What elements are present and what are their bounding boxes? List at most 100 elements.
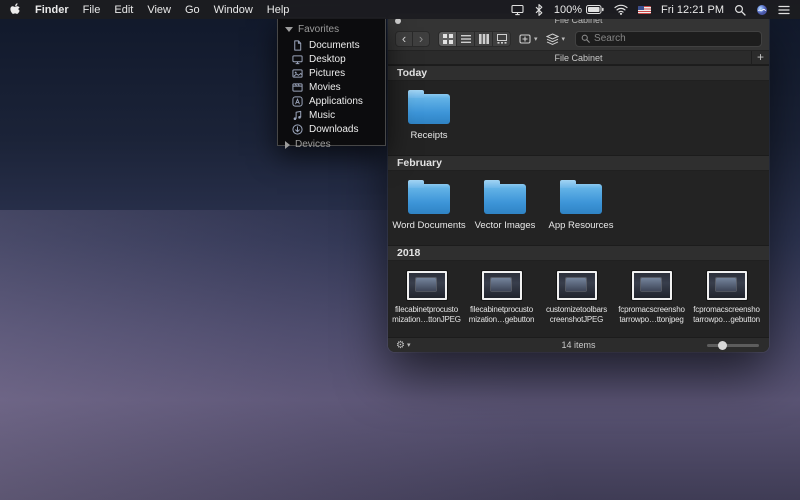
music-icon — [293, 110, 302, 120]
disclosure-right-icon[interactable] — [285, 140, 290, 149]
folder-receipts[interactable]: Receipts — [394, 90, 464, 141]
action-menu-button[interactable]: ▾ — [519, 33, 538, 45]
folder-word-documents[interactable]: Word Documents — [392, 180, 466, 231]
sidebar-favorites-header[interactable]: Favorites — [278, 21, 385, 38]
sidebar-item-movies[interactable]: Movies — [278, 80, 385, 94]
file-name: fcpromacscreensho tarrowpo…gebutton — [693, 305, 760, 324]
sidebar-item-applications[interactable]: Applications — [278, 94, 385, 108]
section-header-label: February — [397, 157, 442, 169]
sidebar-item-pictures[interactable]: Pictures — [278, 66, 385, 80]
file-name: filecabinetprocusto mization…gebutton — [468, 305, 535, 324]
zoom-slider-knob[interactable] — [718, 341, 727, 350]
folder-name: App Resources — [548, 220, 614, 231]
devices-label: Devices — [295, 139, 331, 150]
list-view-button[interactable] — [456, 30, 475, 47]
column-view-button[interactable] — [474, 30, 493, 47]
view-mode-control — [438, 30, 511, 47]
menu-go[interactable]: Go — [185, 4, 200, 16]
file-item[interactable]: fcpromacscreensho tarrowpo…gebutton — [690, 271, 763, 325]
file-item[interactable]: filecabinetprocusto mization…gebutton — [465, 271, 538, 325]
bluetooth-icon[interactable] — [534, 3, 544, 16]
downloads-icon — [292, 123, 303, 135]
menu-window[interactable]: Window — [214, 4, 253, 16]
menu-edit[interactable]: Edit — [114, 4, 133, 16]
window-toolbar: ‹ › ▾ ▾ Search — [388, 27, 769, 51]
menu-help[interactable]: Help — [267, 4, 290, 16]
sidebar-item-documents[interactable]: Documents — [278, 38, 385, 52]
sidebar-item-label: Desktop — [309, 53, 346, 65]
finder-window: File Cabinet ‹ › ▾ ▾ Search File Cabinet… — [388, 14, 769, 352]
column-view-icon — [478, 33, 489, 44]
group-by-button[interactable]: ▾ — [545, 32, 565, 45]
disclosure-down-icon[interactable] — [285, 27, 293, 32]
image-thumbnail — [406, 271, 447, 300]
image-thumbnail — [556, 271, 597, 300]
zoom-slider[interactable] — [707, 341, 759, 350]
file-item[interactable]: fcpromacscreensho tarrowpo…ttonjpeg — [615, 271, 688, 325]
section-header-label: 2018 — [397, 247, 421, 259]
search-icon — [581, 34, 590, 43]
folder-app-resources[interactable]: App Resources — [546, 180, 616, 231]
folder-vector-images[interactable]: Vector Images — [470, 180, 540, 231]
chevron-down-icon: ▾ — [534, 35, 538, 43]
folder-icon — [408, 90, 450, 124]
path-bar-title: File Cabinet — [554, 53, 603, 63]
notification-center-icon[interactable] — [778, 5, 790, 15]
list-view-icon — [460, 34, 471, 43]
icon-view-button[interactable] — [438, 30, 457, 47]
pictures-icon — [292, 68, 303, 78]
menu-bar: Finder File Edit View Go Window Help 100… — [0, 0, 800, 19]
menu-finder[interactable]: Finder — [35, 4, 69, 16]
file-browser-content: Today Receipts February Word Documents V… — [388, 65, 769, 337]
menu-file[interactable]: File — [83, 4, 101, 16]
battery-icon — [586, 5, 604, 14]
sidebar-devices-header[interactable]: Devices — [278, 136, 385, 153]
input-source-flag-icon[interactable] — [638, 5, 652, 14]
file-item[interactable]: customizetoolbars creenshotJPEG — [540, 271, 613, 325]
battery-percent: 100% — [553, 3, 583, 16]
sidebar-item-desktop[interactable]: Desktop — [278, 52, 385, 66]
sidebar-item-label: Music — [309, 109, 336, 121]
search-input[interactable] — [594, 33, 756, 44]
back-button[interactable]: ‹ — [395, 30, 413, 47]
file-item[interactable]: filecabinetprocusto mization…ttonJPEG — [390, 271, 463, 325]
add-button[interactable]: + — [751, 51, 769, 65]
sidebar-item-music[interactable]: Music — [278, 108, 385, 122]
display-icon[interactable] — [511, 4, 524, 16]
gallery-view-button[interactable] — [492, 30, 511, 47]
menu-clock[interactable]: Fri 12:21 PM — [661, 4, 724, 16]
folder-icon — [560, 180, 602, 214]
folder-icon — [408, 180, 450, 214]
desktop-icon — [292, 54, 303, 64]
folder-icon — [484, 180, 526, 214]
folder-name: Word Documents — [392, 220, 466, 231]
movies-icon — [292, 82, 303, 92]
sidebar-item-label: Applications — [309, 95, 363, 107]
section-header-february: February — [388, 155, 769, 171]
siri-icon[interactable] — [756, 4, 768, 16]
menu-view[interactable]: View — [147, 4, 171, 16]
section-header-2018: 2018 — [388, 245, 769, 261]
favorites-label: Favorites — [298, 24, 340, 35]
menu-bar-left: Finder File Edit View Go Window Help — [10, 3, 289, 16]
section-today-items: Receipts — [388, 81, 769, 155]
action-icon — [519, 33, 531, 44]
document-icon — [294, 39, 302, 51]
apple-menu-icon[interactable] — [10, 3, 21, 16]
finder-sidebar-panel: Favorites Documents Desktop Pictures Mov… — [277, 17, 386, 150]
image-thumbnail — [481, 271, 522, 300]
folder-name: Receipts — [410, 130, 448, 141]
section-2018-items: filecabinetprocusto mization…ttonJPEG fi… — [388, 261, 769, 337]
wifi-icon[interactable] — [614, 4, 628, 15]
search-field[interactable] — [575, 30, 762, 47]
section-february-items: Word Documents Vector Images App Resourc… — [388, 171, 769, 245]
grid-view-icon — [442, 33, 453, 44]
sidebar-item-label: Pictures — [309, 67, 346, 79]
sidebar-item-downloads[interactable]: Downloads — [278, 122, 385, 136]
image-thumbnail — [631, 271, 672, 300]
spotlight-icon[interactable] — [734, 4, 746, 16]
image-thumbnail — [706, 271, 747, 300]
section-header-label: Today — [397, 67, 428, 79]
battery-status[interactable]: 100% — [554, 4, 604, 16]
forward-button[interactable]: › — [412, 30, 430, 47]
